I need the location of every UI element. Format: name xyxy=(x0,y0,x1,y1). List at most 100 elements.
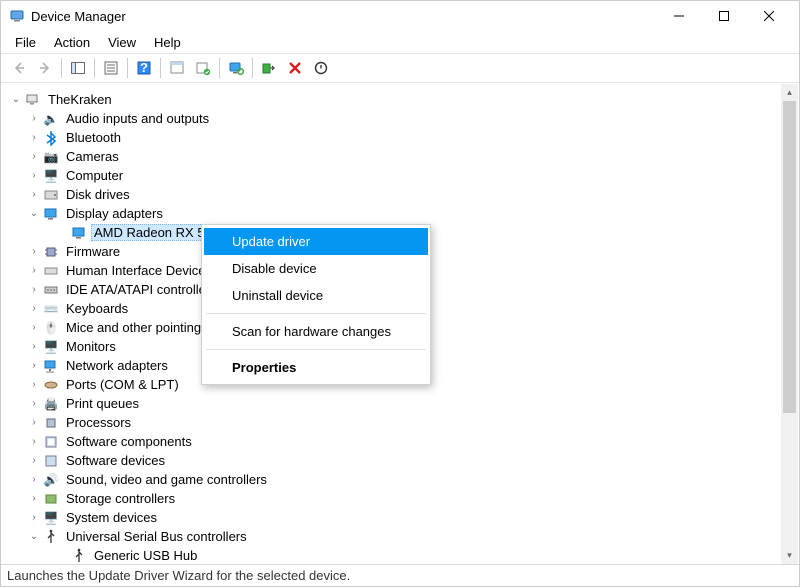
cat-computer[interactable]: ›🖥️Computer xyxy=(9,166,799,185)
expand-icon[interactable]: › xyxy=(27,435,41,449)
cat-storage[interactable]: › Storage controllers xyxy=(9,489,799,508)
computer-icon xyxy=(25,92,41,108)
enable-device-button[interactable] xyxy=(257,56,281,80)
expand-icon[interactable]: › xyxy=(27,416,41,430)
show-hide-tree-button[interactable] xyxy=(66,56,90,80)
cat-audio[interactable]: ›🔈Audio inputs and outputs xyxy=(9,109,799,128)
ctx-disable-device[interactable]: Disable device xyxy=(204,255,428,282)
scroll-thumb[interactable] xyxy=(783,101,796,413)
cat-label: Universal Serial Bus controllers xyxy=(63,528,250,545)
menu-help[interactable]: Help xyxy=(146,33,189,52)
ctx-scan-hardware[interactable]: Scan for hardware changes xyxy=(204,318,428,345)
cat-label: Software components xyxy=(63,433,195,450)
cat-label: Software devices xyxy=(63,452,168,469)
printer-icon: 🖨️ xyxy=(43,396,59,412)
cat-softcomp[interactable]: › Software components xyxy=(9,432,799,451)
collapse-icon[interactable]: ⌄ xyxy=(27,530,41,544)
cat-label: Keyboards xyxy=(63,300,131,317)
cat-label: Print queues xyxy=(63,395,142,412)
expand-icon[interactable]: › xyxy=(27,245,41,259)
expand-icon[interactable]: › xyxy=(27,511,41,525)
cat-processors[interactable]: ›Processors xyxy=(9,413,799,432)
cat-print[interactable]: ›🖨️Print queues xyxy=(9,394,799,413)
action-button[interactable] xyxy=(165,56,189,80)
cat-label: Cameras xyxy=(63,148,122,165)
cat-softdev[interactable]: › Software devices xyxy=(9,451,799,470)
expand-icon[interactable]: › xyxy=(27,283,41,297)
close-button[interactable] xyxy=(746,2,791,30)
software-device-icon xyxy=(43,453,59,469)
ctx-separator xyxy=(206,313,426,314)
port-icon xyxy=(43,377,59,393)
expand-icon[interactable]: › xyxy=(27,378,41,392)
cat-label: Mice and other pointing xyxy=(63,319,204,336)
cat-bluetooth[interactable]: ›Bluetooth xyxy=(9,128,799,147)
svg-text:?: ? xyxy=(140,60,148,75)
cat-label: Firmware xyxy=(63,243,123,260)
minimize-button[interactable] xyxy=(656,2,701,30)
storage-icon xyxy=(43,491,59,507)
cat-display[interactable]: ⌄ Display adapters xyxy=(9,204,799,223)
tree-root[interactable]: ⌄ TheKraken xyxy=(9,90,799,109)
cat-label: Disk drives xyxy=(63,186,133,203)
uninstall-device-button[interactable] xyxy=(283,56,307,80)
usb-icon xyxy=(43,529,59,545)
cat-usb[interactable]: ⌄ Universal Serial Bus controllers xyxy=(9,527,799,546)
ide-icon xyxy=(43,282,59,298)
cat-sound[interactable]: ›🔊Sound, video and game controllers xyxy=(9,470,799,489)
device-usb-hub[interactable]: ›Generic USB Hub xyxy=(9,546,799,564)
ctx-properties[interactable]: Properties xyxy=(204,354,428,381)
expand-icon[interactable]: › xyxy=(27,169,41,183)
collapse-icon[interactable]: ⌄ xyxy=(9,93,23,107)
expand-icon[interactable]: › xyxy=(27,188,41,202)
context-menu: Update driver Disable device Uninstall d… xyxy=(201,224,431,385)
expand-icon[interactable]: › xyxy=(27,321,41,335)
expand-icon[interactable]: › xyxy=(27,397,41,411)
cat-disk[interactable]: › Disk drives xyxy=(9,185,799,204)
app-icon xyxy=(9,8,25,24)
disable-device-button[interactable] xyxy=(309,56,333,80)
ctx-uninstall-device[interactable]: Uninstall device xyxy=(204,282,428,309)
expand-icon[interactable]: › xyxy=(27,473,41,487)
scroll-down-button[interactable]: ▾ xyxy=(781,547,798,564)
expand-icon[interactable]: › xyxy=(27,359,41,373)
menu-action[interactable]: Action xyxy=(46,33,98,52)
scroll-track[interactable] xyxy=(781,101,798,547)
expand-icon[interactable]: › xyxy=(27,112,41,126)
cat-label: Display adapters xyxy=(63,205,166,222)
help-button[interactable]: ? xyxy=(132,56,156,80)
expand-icon[interactable]: › xyxy=(27,150,41,164)
system-icon: 🖥️ xyxy=(43,510,59,526)
cat-label: Audio inputs and outputs xyxy=(63,110,212,127)
device-tree-panel[interactable]: ⌄ TheKraken ›🔈Audio inputs and outputs ›… xyxy=(1,83,799,564)
menu-file[interactable]: File xyxy=(7,33,44,52)
camera-icon: 📷 xyxy=(43,149,59,165)
display-adapter-icon xyxy=(43,206,59,222)
properties-button[interactable] xyxy=(99,56,123,80)
cat-cameras[interactable]: ›📷Cameras xyxy=(9,147,799,166)
vertical-scrollbar[interactable]: ▴ ▾ xyxy=(781,84,798,564)
window-title: Device Manager xyxy=(31,9,656,24)
expand-icon[interactable]: › xyxy=(27,264,41,278)
update-driver-button[interactable] xyxy=(191,56,215,80)
ctx-update-driver[interactable]: Update driver xyxy=(204,228,428,255)
maximize-button[interactable] xyxy=(701,2,746,30)
ctx-separator xyxy=(206,349,426,350)
back-button xyxy=(7,56,31,80)
device-label: Generic USB Hub xyxy=(91,547,200,564)
toolbar: ? xyxy=(1,53,799,83)
cpu-icon xyxy=(43,415,59,431)
expand-icon[interactable]: › xyxy=(27,131,41,145)
expand-icon[interactable]: › xyxy=(27,492,41,506)
expand-icon[interactable]: › xyxy=(27,454,41,468)
scan-hardware-button[interactable] xyxy=(224,56,248,80)
menu-view[interactable]: View xyxy=(100,33,144,52)
expand-icon[interactable]: › xyxy=(27,340,41,354)
cat-label: Storage controllers xyxy=(63,490,178,507)
cat-system[interactable]: ›🖥️System devices xyxy=(9,508,799,527)
disk-icon xyxy=(43,187,59,203)
collapse-icon[interactable]: ⌄ xyxy=(27,207,41,221)
scroll-up-button[interactable]: ▴ xyxy=(781,84,798,101)
expand-icon[interactable]: › xyxy=(27,302,41,316)
statusbar: Launches the Update Driver Wizard for th… xyxy=(1,564,799,586)
